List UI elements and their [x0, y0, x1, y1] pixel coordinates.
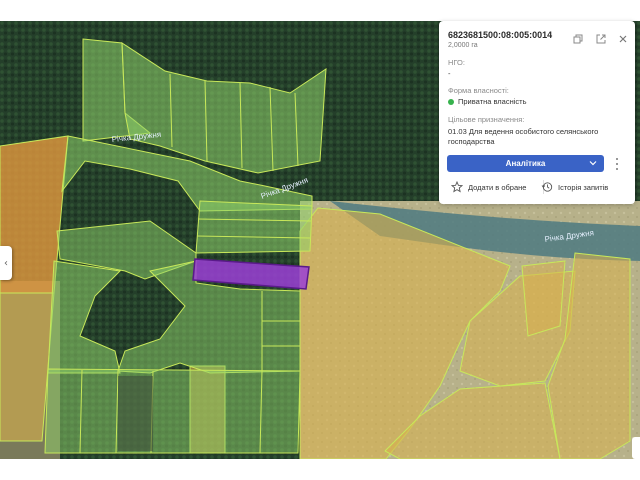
more-vertical-icon — [616, 158, 618, 161]
parcel-state-small[interactable] — [521, 260, 566, 337]
open-external-icon — [596, 34, 606, 44]
parcel-info-panel: 6823681500:08:005:0014 2,0000 га НГО: - … — [439, 21, 635, 204]
purpose-value: 01.03 Для ведення особистого селянського… — [448, 127, 599, 146]
collapse-sidebar-tab[interactable]: ‹ — [0, 246, 12, 280]
more-options-button[interactable] — [613, 157, 621, 171]
analytics-button[interactable]: Аналітика — [447, 155, 604, 172]
add-favorites-label: Додати в обране — [468, 182, 527, 192]
chevron-left-icon: ‹ — [4, 257, 8, 269]
history-label: Історія запитів — [558, 182, 609, 192]
copy-icon — [573, 34, 583, 44]
star-icon — [451, 181, 463, 193]
bottom-bar — [0, 459, 640, 480]
dark-field — [118, 376, 153, 451]
copy-button[interactable] — [571, 32, 585, 46]
ngo-value: - — [448, 69, 451, 78]
cadastral-number: 6823681500:08:005:0014 — [448, 30, 553, 40]
chevron-down-icon — [589, 161, 597, 166]
close-icon — [619, 35, 627, 43]
parcel-area: 2,0000 га — [448, 42, 478, 49]
parcel-private-middle-1[interactable] — [195, 200, 313, 254]
ngo-label: НГО: — [448, 58, 465, 67]
history-icon — [541, 182, 553, 192]
ownership-value: Приватна власність — [458, 97, 527, 106]
open-external-button[interactable] — [594, 32, 608, 46]
ownership-label: Форма власності: — [448, 86, 509, 95]
ownership-status-dot — [448, 99, 454, 105]
close-button[interactable] — [616, 32, 630, 46]
purpose-label: Цільове призначення: — [448, 115, 525, 124]
map-edge-control[interactable] — [632, 437, 640, 459]
analytics-label: Аналітика — [505, 159, 546, 168]
add-favorites-button[interactable]: Додати в обране — [451, 179, 526, 195]
history-button[interactable]: Історія запитів — [541, 179, 608, 195]
top-bar — [0, 0, 640, 21]
